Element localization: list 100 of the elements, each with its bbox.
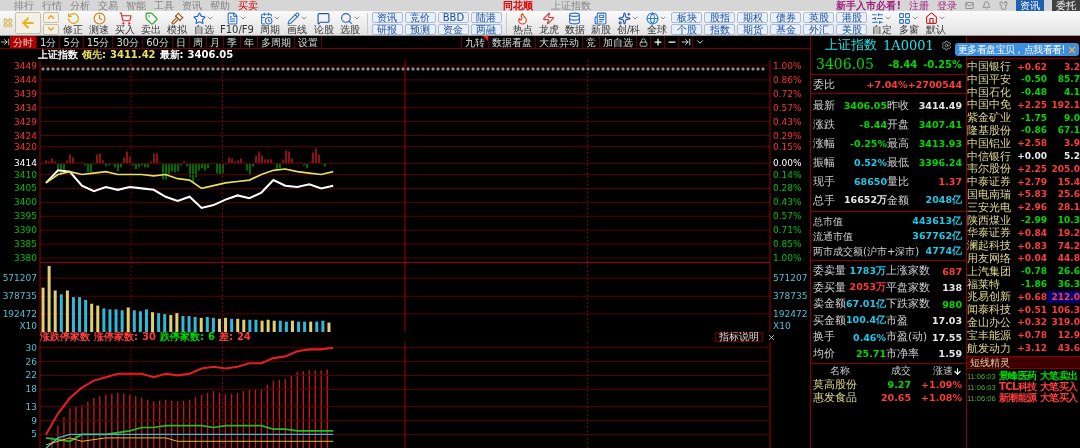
- table-cell-text: 106.3: [1050, 303, 1080, 316]
- table-cell-text: 15.4: [1056, 175, 1080, 188]
- stat-label: 涨停家数:: [94, 332, 138, 342]
- table-cell-text: 43.6: [1056, 342, 1080, 355]
- table-cell-text: 5.2: [1063, 150, 1080, 163]
- table-cell-text: +0.51: [1016, 303, 1047, 316]
- field-value: 17.03: [931, 315, 962, 327]
- axis-label: 3395: [14, 211, 37, 222]
- table-cell-text: -0.50: [1020, 73, 1047, 86]
- axis-label: 3429: [14, 116, 37, 127]
- lead-value: 3411.42: [110, 49, 156, 60]
- field-label: 买金额: [813, 313, 846, 328]
- field-value: +7.04%: [865, 79, 908, 90]
- axis-label: 3424: [14, 130, 37, 141]
- field-label: 涨跌: [813, 117, 836, 132]
- last-value: 3406.05: [187, 49, 234, 60]
- table-cell-text: 12.9: [1056, 329, 1080, 342]
- alert-action: 大笔卖出: [1040, 369, 1079, 382]
- field-value: 25.71: [854, 348, 886, 360]
- table-cell-text: +3.12: [1016, 342, 1047, 355]
- field-label: 金额: [887, 193, 910, 208]
- field-value: 367762亿: [912, 230, 962, 243]
- axis-label: 571207: [773, 273, 808, 284]
- field-value: 67.01亿: [846, 297, 886, 311]
- field-label: 委卖量: [813, 264, 846, 279]
- axis-label: 3410: [14, 169, 37, 180]
- stat-value: 30: [142, 332, 156, 342]
- axis-label: 0.00%: [773, 158, 802, 169]
- field-value: 68650: [852, 176, 887, 187]
- axis-label: 30: [25, 342, 37, 353]
- table-cell-text: 36.3: [1056, 278, 1080, 291]
- table-cell-text: +2.96: [1016, 201, 1047, 214]
- table-cell-text: 74.2: [1056, 239, 1080, 252]
- field-label: 涨幅: [813, 136, 836, 151]
- axis-label: 1.00%: [773, 61, 802, 71]
- axis-label: 3390: [14, 225, 37, 236]
- axis-label: 378735: [2, 291, 37, 302]
- axis-label: 0.57%: [773, 102, 802, 113]
- alerts-title: 短线精灵: [970, 355, 1010, 370]
- field-label: 卖金额: [813, 297, 846, 312]
- table-cell-text: +1.08%: [920, 391, 962, 403]
- axis-label: 9: [31, 415, 37, 426]
- table-cell-text: 4.1: [1063, 86, 1080, 99]
- table-cell-text: 3.9: [1063, 137, 1080, 150]
- field-value: 16652万: [842, 194, 887, 207]
- field-value: 980: [941, 298, 962, 310]
- table-cell-text: +5.83: [1016, 188, 1047, 201]
- table-cell-text: +2.79: [1016, 175, 1047, 188]
- axis-label: 13: [25, 401, 37, 412]
- table-cell-text: 192.1: [1050, 98, 1080, 111]
- field-value: 687: [941, 265, 962, 277]
- field-label: 委比: [813, 77, 836, 92]
- axis-label: 0.85%: [773, 239, 802, 250]
- field-value: 1783万: [848, 264, 886, 278]
- table-cell-text: 26.6: [1056, 265, 1080, 278]
- field-label: 最低: [887, 155, 910, 170]
- table-cell-text: -0.78: [1020, 265, 1047, 278]
- table-cell: 212.0: [1047, 290, 1080, 303]
- field-value: 3396.24: [917, 157, 962, 168]
- field-label: 两市成交额(沪市+深市): [813, 244, 921, 259]
- axis-label: 26: [25, 356, 37, 367]
- table-cell-text: +0.04: [1016, 252, 1047, 265]
- table-cell-text: +0.78: [1016, 329, 1047, 342]
- axis-label: 0.57%: [773, 211, 802, 222]
- field-label: 总手: [813, 193, 836, 208]
- table-cell-text: -0.48: [1020, 86, 1047, 99]
- field-label: 开盘: [887, 117, 910, 132]
- field-value: 0.46%: [852, 331, 886, 343]
- field-value: 2048亿: [924, 194, 962, 207]
- table-cell-text: 85.7: [1056, 73, 1080, 86]
- last-label: 最新:: [159, 49, 184, 60]
- field-value: 3407.41: [917, 119, 962, 130]
- field-label: 平盘家数: [886, 280, 931, 295]
- axis-label: 22: [25, 370, 37, 381]
- percent-change: -0.25%: [923, 58, 962, 70]
- axis-label: 3380: [14, 253, 37, 262]
- field-label: 均价: [813, 346, 836, 361]
- field-label: 换手: [813, 330, 836, 345]
- table-cell-text: -2.99: [1020, 214, 1047, 227]
- axis-label: 18: [25, 384, 37, 395]
- axis-label: 0.71%: [773, 225, 802, 236]
- axis-label: 0.15%: [773, 141, 802, 152]
- field-value: 3413.93: [917, 138, 962, 149]
- table-cell-text: 319.0: [1050, 316, 1080, 329]
- table-cell-text: 19.2: [1056, 226, 1080, 239]
- app-logo: 同花顺: [503, 0, 534, 11]
- table-cell-text: -1.75: [1020, 111, 1047, 124]
- field-label: 委买量: [813, 280, 846, 295]
- table-cell-text: +0.32: [1016, 316, 1047, 329]
- field-label: 总市值: [813, 214, 844, 229]
- field-value: 17.55: [931, 331, 962, 343]
- stat-value: 6: [207, 332, 215, 342]
- table-cell-text: 9.0: [1063, 111, 1080, 124]
- price-change: -8.44: [888, 58, 918, 70]
- table-cell-text: 28.1: [1056, 201, 1080, 214]
- table-cell-text: 10.3: [1056, 214, 1080, 227]
- field-value: 138: [941, 282, 962, 294]
- axis-label: 0.43%: [773, 116, 802, 127]
- table-cell-text: +2.25: [1016, 98, 1047, 111]
- field-label: 上涨家数: [886, 264, 931, 279]
